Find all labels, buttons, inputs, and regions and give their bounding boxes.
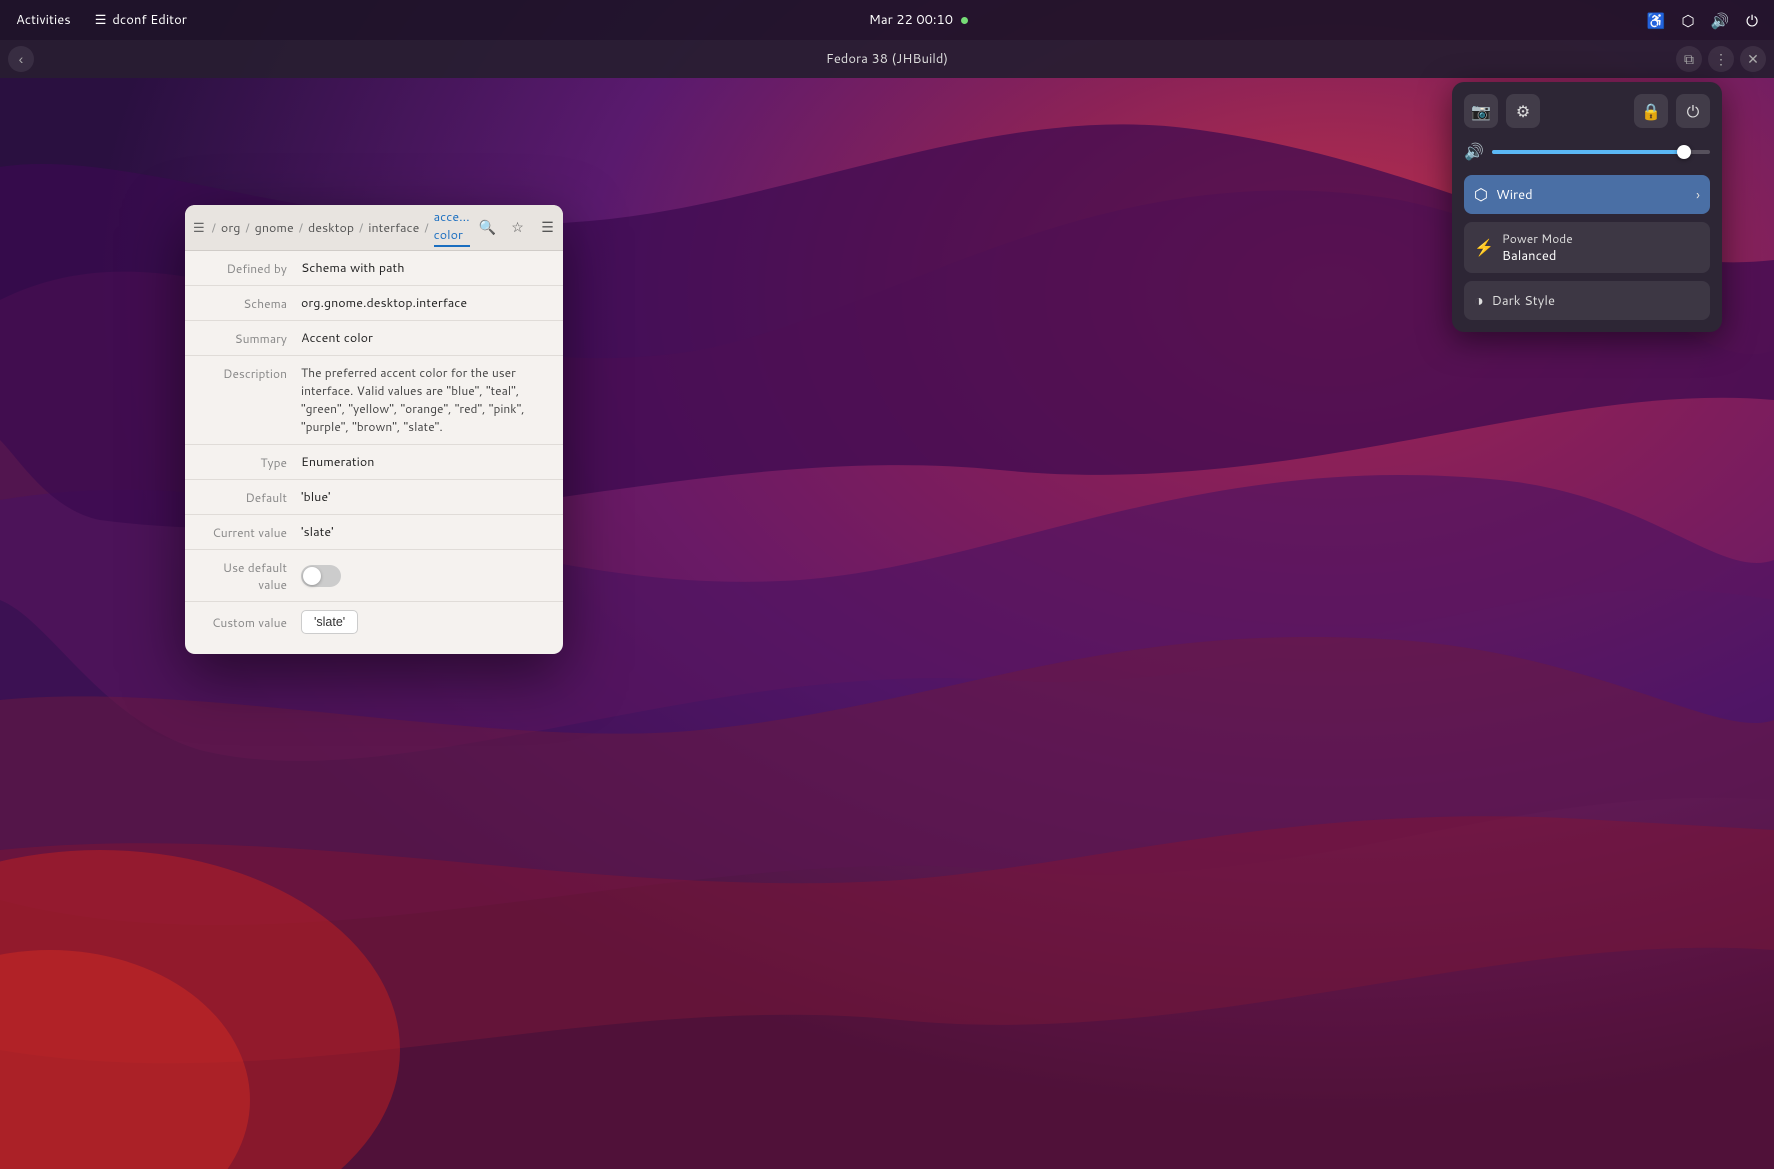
path-icon: ☰ [193, 219, 205, 237]
custom-value-button[interactable]: 'slate' [301, 610, 358, 634]
volume-knob [1677, 145, 1691, 159]
default-value: 'blue' [301, 488, 547, 506]
description-row: Description The preferred accent color f… [185, 356, 563, 445]
volume-icon[interactable]: 🔊 [1706, 6, 1734, 34]
description-value: The preferred accent color for the user … [301, 364, 547, 436]
titlebar-right-controls: ⧉ ⋮ ✕ [1676, 46, 1766, 72]
use-default-toggle[interactable] [301, 565, 341, 587]
network-wired-icon: ⬡ [1474, 183, 1488, 206]
date-time-label: Mar 22 00:10 [869, 11, 953, 29]
path-interface[interactable]: interface [368, 219, 419, 237]
use-default-row: Use default value [185, 550, 563, 602]
titlebar-menu-button[interactable]: ⋮ [1708, 46, 1734, 72]
power-mode-row[interactable]: ⚡ Power Mode Balanced [1464, 222, 1710, 273]
popup-icons-right: 🔒 ⏻ [1634, 94, 1710, 128]
schema-value: org.gnome.desktop.interface [301, 294, 547, 312]
volume-slider[interactable] [1492, 150, 1710, 154]
summary-label: Summary [201, 329, 301, 347]
bookmark-button[interactable]: ☆ [504, 214, 532, 242]
topbar: Activities ☰ dconf Editor Mar 22 00:10 ♿… [0, 0, 1774, 40]
current-value-display: 'slate' [301, 523, 547, 541]
volume-row: 🔊 [1464, 140, 1710, 163]
path-desktop[interactable]: desktop [308, 219, 354, 237]
summary-value: Accent color [301, 329, 547, 347]
current-value-row: Current value 'slate' [185, 515, 563, 550]
dark-style-label: Dark Style [1492, 292, 1555, 310]
defined-by-row: Defined by Schema with path [185, 251, 563, 286]
custom-value-label: Custom value [201, 613, 301, 631]
popup-icons-left: 📷 ⚙ [1464, 94, 1540, 128]
titlebar-left-controls: ‹ [8, 46, 34, 72]
close-button[interactable]: ✕ [1740, 46, 1766, 72]
custom-value-row: Custom value 'slate' [185, 602, 563, 654]
volume-fill [1492, 150, 1684, 154]
type-value: Enumeration [301, 453, 547, 471]
default-row: Default 'blue' [185, 480, 563, 515]
back-button[interactable]: ‹ [8, 46, 34, 72]
restore-button[interactable]: ⧉ [1676, 46, 1702, 72]
summary-row: Summary Accent color [185, 321, 563, 356]
network-arrow-icon: › [1696, 185, 1700, 205]
toggle-knob [303, 567, 321, 585]
app-name-area: ☰ dconf Editor [87, 11, 195, 29]
accessibility-icon[interactable]: ♿ [1642, 6, 1670, 34]
dconf-content: Defined by Schema with path Schema org.g… [185, 251, 563, 654]
screenshot-icon-btn[interactable]: 📷 [1464, 94, 1498, 128]
settings-icon-btn[interactable]: ⚙ [1506, 94, 1540, 128]
path-org[interactable]: org [221, 219, 240, 237]
network-icon[interactable]: ⬡ [1674, 6, 1702, 34]
power-mode-info: Power Mode Balanced [1502, 230, 1573, 265]
app-name-label: dconf Editor [112, 11, 187, 29]
power-icon[interactable]: ⏻ [1738, 6, 1766, 34]
topbar-center: Mar 22 00:10 [195, 11, 1642, 29]
window-titlebar: ‹ Fedora 38 (JHBuild) ⧉ ⋮ ✕ [0, 40, 1774, 78]
use-default-label: Use default value [201, 558, 301, 593]
power-off-icon-btn[interactable]: ⏻ [1676, 94, 1710, 128]
systray-popup: 📷 ⚙ 🔒 ⏻ 🔊 ⬡ Wired › ⚡ Po [1452, 82, 1722, 332]
type-label: Type [201, 453, 301, 471]
dconf-editor-window: ☰ / org / gnome / desktop / interface / … [185, 205, 563, 654]
current-value-label: Current value [201, 523, 301, 541]
volume-speaker-icon: 🔊 [1464, 140, 1484, 163]
search-button[interactable]: 🔍 [474, 214, 502, 242]
power-mode-title: Power Mode [1502, 230, 1573, 247]
dark-style-row[interactable]: ◑ Dark Style [1464, 281, 1710, 320]
popup-top-row: 📷 ⚙ 🔒 ⏻ [1464, 94, 1710, 128]
network-label: Wired [1496, 186, 1533, 204]
screenshot-icon: 📷 [1471, 100, 1491, 123]
lock-icon: 🔒 [1641, 100, 1661, 123]
schema-label: Schema [201, 294, 301, 312]
notification-dot [961, 17, 968, 24]
default-label: Default [201, 488, 301, 506]
window-title: Fedora 38 (JHBuild) [826, 50, 948, 68]
lock-icon-btn[interactable]: 🔒 [1634, 94, 1668, 128]
path-gnome[interactable]: gnome [255, 219, 294, 237]
power-off-icon: ⏻ [1687, 100, 1700, 123]
type-row: Type Enumeration [185, 445, 563, 480]
description-label: Description [201, 364, 301, 382]
power-mode-subtitle: Balanced [1502, 247, 1573, 265]
dconf-header-actions: 🔍 ☆ ☰ ✕ [474, 214, 563, 242]
schema-row: Schema org.gnome.desktop.interface [185, 286, 563, 321]
defined-by-value: Schema with path [301, 259, 547, 277]
settings-icon: ⚙ [1516, 100, 1530, 123]
defined-by-label: Defined by [201, 259, 301, 277]
network-row[interactable]: ⬡ Wired › [1464, 175, 1710, 214]
dark-style-icon: ◑ [1474, 289, 1484, 312]
path-active-segment[interactable]: acce... color [434, 208, 470, 247]
app-menu-icon: ☰ [95, 11, 107, 29]
menu-button[interactable]: ☰ [534, 214, 562, 242]
topbar-right: ♿ ⬡ 🔊 ⏻ [1642, 6, 1774, 34]
power-mode-icon: ⚡ [1474, 236, 1494, 259]
activities-button[interactable]: Activities [0, 0, 87, 40]
dconf-headerbar: ☰ / org / gnome / desktop / interface / … [185, 205, 563, 251]
activities-label: Activities [16, 11, 71, 29]
